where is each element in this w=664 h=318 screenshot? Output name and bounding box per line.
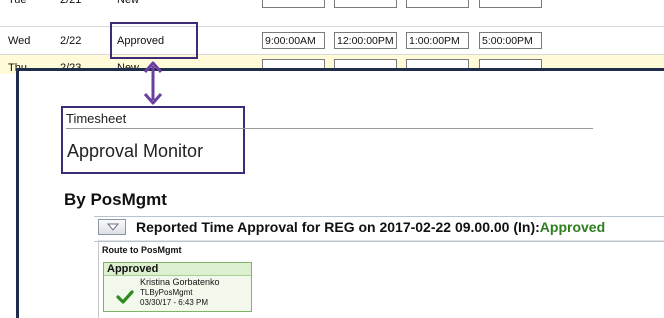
collapse-button[interactable] (98, 219, 126, 235)
lunch-in-field[interactable] (406, 0, 469, 8)
approver-role: TLByPosMgmt (140, 288, 193, 297)
route-label: Route to PosMgmt (102, 245, 182, 255)
title-divider (66, 128, 593, 129)
lunch-out-field[interactable] (334, 0, 397, 8)
time-in-field[interactable] (262, 0, 325, 8)
timesheet-row-wed: Wed 2/22 Approved 9:00:00AM 12:00:00PM 1… (0, 28, 664, 54)
status-callout-box (110, 22, 198, 59)
chevron-down-icon (107, 223, 119, 231)
approver-status: Approved (104, 263, 251, 276)
time-in-field[interactable]: 9:00:00AM (262, 32, 325, 49)
timesheet-grid: Tue 2/21 New Wed 2/22 Approved 9:00:00AM… (0, 0, 664, 74)
time-out-field[interactable]: 5:00:00PM (479, 32, 542, 49)
row-day: Wed (8, 35, 31, 47)
row-status: New (117, 0, 140, 6)
lunch-out-field[interactable]: 12:00:00PM (334, 32, 397, 49)
section-heading: Reported Time Approval for REG on 2017-0… (136, 219, 605, 235)
double-arrow-icon (143, 61, 163, 105)
lunch-in-field[interactable]: 1:00:00PM (406, 32, 469, 49)
row-divider (0, 26, 664, 27)
section-heading-status: Approved (539, 219, 606, 235)
row-day: Tue (8, 0, 27, 6)
approval-section-header: Reported Time Approval for REG on 2017-0… (94, 216, 664, 242)
timesheet-row-tue: Tue 2/21 New (0, 0, 664, 13)
row-date: 2/21 (60, 0, 82, 6)
group-title: By PosMgmt (64, 190, 167, 209)
approver-timestamp: 03/30/17 - 6:43 PM (140, 298, 209, 307)
breadcrumb-timesheet[interactable]: Timesheet (66, 111, 126, 126)
time-out-field[interactable] (479, 0, 542, 8)
section-heading-text: Reported Time Approval for REG on 2017-0… (136, 219, 540, 235)
page-title: Approval Monitor (67, 141, 204, 161)
approver-name: Kristina Gorbatenko (140, 277, 220, 287)
approver-card[interactable]: Approved Kristina Gorbatenko TLByPosMgmt… (103, 262, 252, 312)
row-date: 2/22 (60, 35, 82, 47)
check-icon (116, 290, 134, 304)
